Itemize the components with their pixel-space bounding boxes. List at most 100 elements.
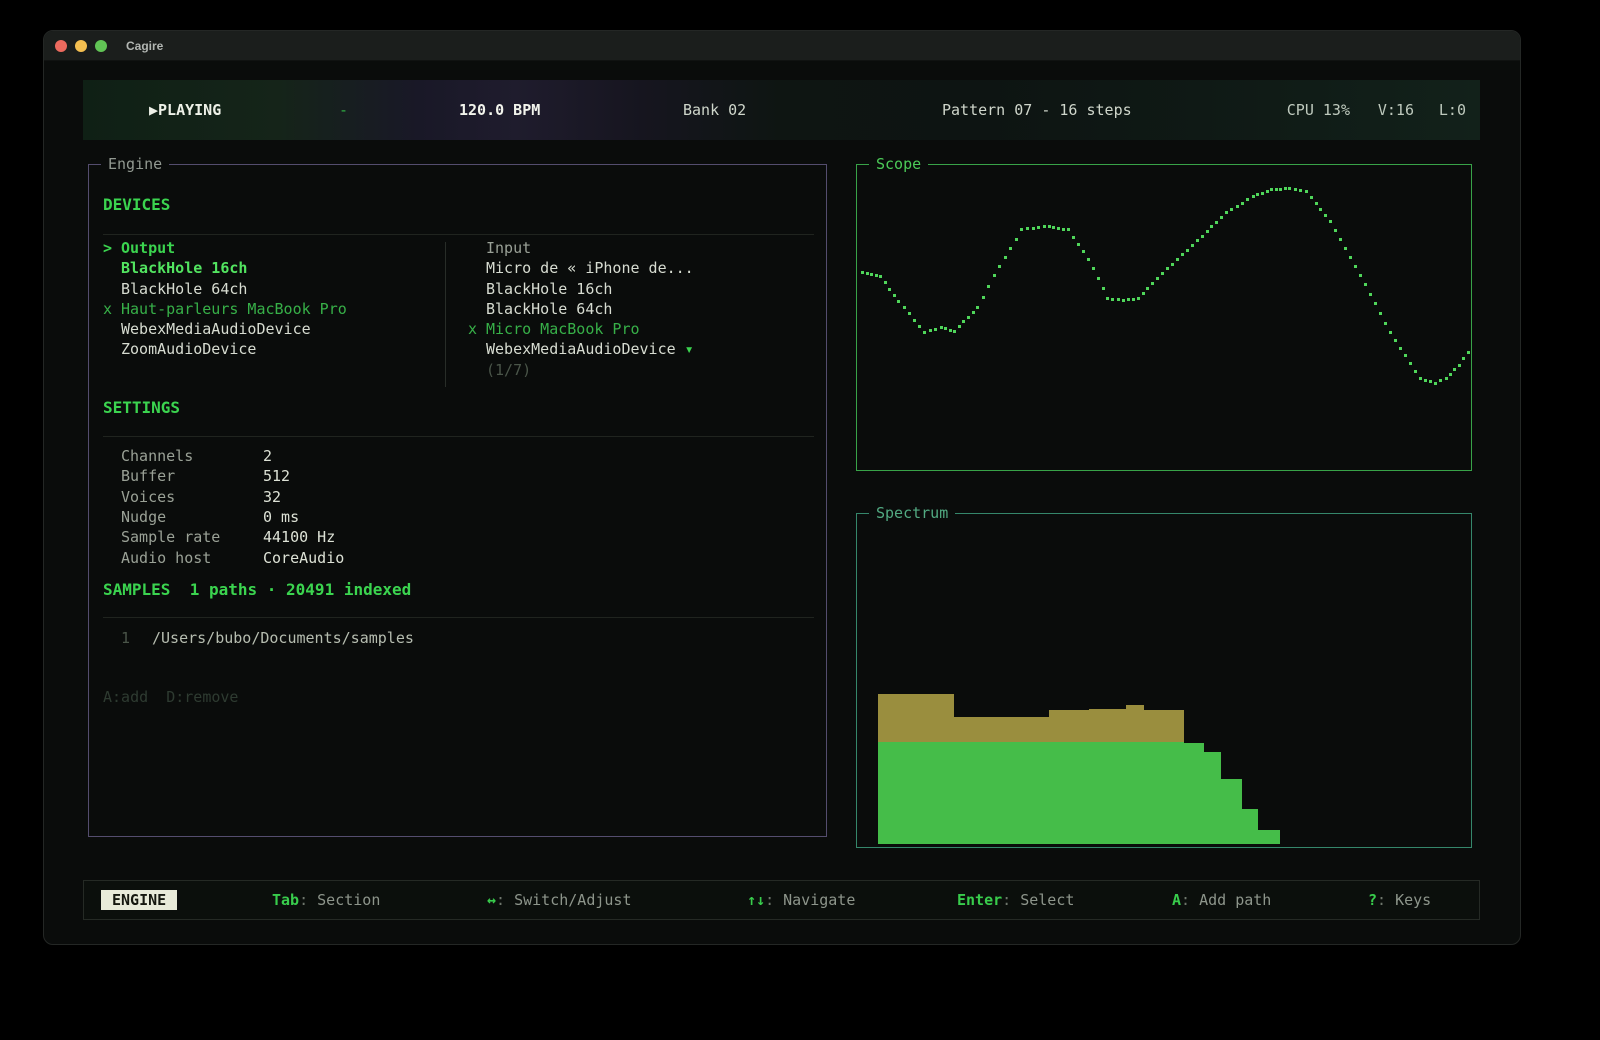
setting-label: Audio host (121, 549, 263, 567)
scope-dot (1206, 230, 1209, 233)
scope-dot (888, 288, 891, 291)
scope-dot (1439, 379, 1442, 382)
scope-dot (1319, 208, 1322, 211)
minimize-button[interactable] (75, 40, 87, 52)
scope-dot (934, 328, 937, 331)
zoom-button[interactable] (95, 40, 107, 52)
scope-dot (1117, 298, 1120, 301)
scope-dot (1146, 287, 1149, 290)
spectrum-panel: Spectrum (856, 513, 1472, 848)
scope-dot (1315, 202, 1318, 205)
scope-dot (1279, 188, 1282, 191)
device-label: BlackHole 16ch (121, 258, 247, 278)
divider (103, 436, 814, 437)
scope-dot (1429, 380, 1432, 383)
scope-dot (879, 275, 882, 278)
scope-dot (908, 312, 911, 315)
app-window: Cagire ▶ PLAYING - 120.0 BPM Bank 02 Pat… (43, 30, 1521, 945)
scope-dot (1166, 267, 1169, 270)
device-item[interactable]: BlackHole 64ch (468, 299, 814, 319)
transport-tick: - (339, 101, 348, 119)
device-label: BlackHole 64ch (121, 279, 247, 299)
scope-dot (923, 331, 926, 334)
device-item[interactable]: BlackHole 16ch (103, 258, 433, 278)
output-header-row[interactable]: > Output (103, 238, 433, 258)
scope-dot (1052, 226, 1055, 229)
shortcut-separator: : (765, 891, 783, 909)
shortcut-separator: : (299, 891, 317, 909)
scope-dot (1009, 247, 1012, 250)
setting-label: Buffer (121, 467, 263, 485)
scope-dot (1026, 227, 1029, 230)
scope-dot (1210, 225, 1213, 228)
scope-dot (1241, 202, 1244, 205)
spectrum-level-band (1221, 779, 1242, 844)
shortcut-key: ↔ (487, 891, 496, 909)
scope-dot (1275, 188, 1278, 191)
device-item[interactable]: BlackHole 64ch (103, 279, 433, 299)
scope-dot (1414, 370, 1417, 373)
device-item[interactable]: xHaut-parleurs MacBook Pro (103, 299, 433, 319)
setting-row[interactable]: Channels2 (121, 447, 272, 465)
device-active-marker (103, 339, 121, 359)
device-item[interactable]: Micro de « iPhone de... (468, 258, 814, 278)
input-header-label: Input (486, 238, 531, 258)
scope-dot (1132, 298, 1135, 301)
device-item[interactable]: xMicro MacBook Pro (468, 319, 814, 339)
device-active-marker (103, 258, 121, 278)
scope-dot (1137, 297, 1140, 300)
input-pager-row: (1/7) (468, 360, 814, 380)
scope-dot (1087, 258, 1090, 261)
scope-dot (1020, 228, 1023, 231)
setting-value: 0 ms (263, 508, 299, 526)
device-item[interactable]: ZoomAudioDevice (103, 339, 433, 359)
setting-label: Voices (121, 488, 263, 506)
scope-dot (1156, 277, 1159, 280)
shortcut-label: Section (317, 891, 380, 909)
divider (103, 617, 814, 618)
scope-dot (1102, 287, 1105, 290)
scope-dot (875, 274, 878, 277)
shortcut-key: Enter (957, 891, 1002, 909)
device-active-marker (468, 279, 486, 299)
settings-heading: SETTINGS (103, 398, 180, 417)
scope-dot (1294, 188, 1297, 191)
device-active-marker (468, 258, 486, 278)
sample-path-row[interactable]: 1/Users/bubo/Documents/samples (121, 629, 414, 647)
scope-dot (1127, 298, 1130, 301)
scope-dot (1176, 258, 1179, 261)
device-item[interactable]: BlackHole 16ch (468, 279, 814, 299)
setting-value: 44100 Hz (263, 528, 335, 546)
scope-dot (987, 285, 990, 288)
scope-dot (962, 320, 965, 323)
setting-row[interactable]: Sample rate44100 Hz (121, 528, 335, 546)
spectrum-peak-band (1049, 710, 1089, 742)
spectrum-level-band (1049, 742, 1089, 844)
setting-row[interactable]: Audio hostCoreAudio (121, 549, 344, 567)
close-button[interactable] (55, 40, 67, 52)
shortcut-hint: Tab: Section (272, 891, 380, 909)
setting-row[interactable]: Voices32 (121, 488, 281, 506)
device-label: WebexMediaAudioDevice (486, 339, 676, 359)
spectrum-level-band (1144, 742, 1184, 844)
setting-row[interactable]: Buffer512 (121, 467, 290, 485)
scope-dot (1458, 364, 1461, 367)
scope-dot (1082, 250, 1085, 253)
mode-badge: ENGINE (101, 890, 177, 910)
scope-dot (929, 329, 932, 332)
device-active-marker (468, 339, 486, 359)
shortcut-label: Keys (1395, 891, 1431, 909)
spectrum-level-band (1203, 752, 1221, 844)
scope-dot (1334, 229, 1337, 232)
input-header-row[interactable]: Input (468, 238, 814, 258)
scope-dot (918, 325, 921, 328)
device-item[interactable]: WebexMediaAudioDevice▾ (468, 339, 814, 359)
device-item[interactable]: WebexMediaAudioDevice (103, 319, 433, 339)
scope-dot (1364, 283, 1367, 286)
shortcut-key: Tab (272, 891, 299, 909)
spectrum-peak-band (954, 717, 1049, 742)
setting-row[interactable]: Nudge0 ms (121, 508, 299, 526)
input-header-marker (468, 238, 486, 258)
shortcut-hint: A: Add path (1172, 891, 1271, 909)
latency-meter: L:0 (1439, 101, 1466, 119)
